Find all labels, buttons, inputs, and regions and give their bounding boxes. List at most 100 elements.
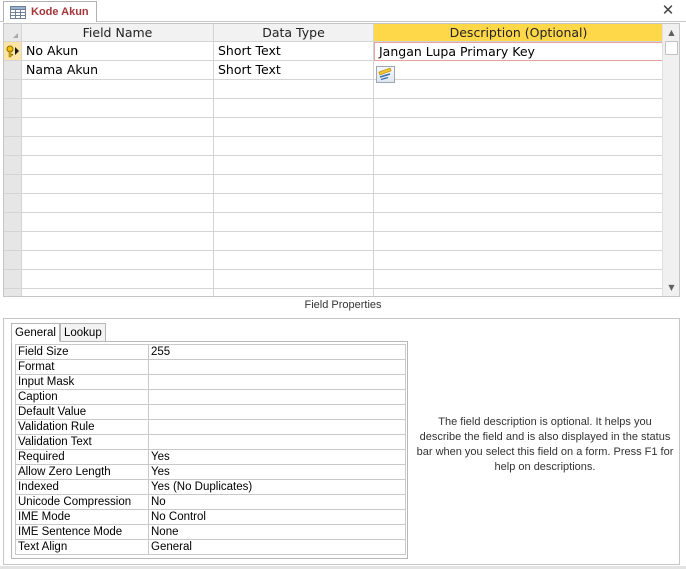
description-builder-button[interactable]	[376, 66, 395, 83]
property-name: IME Mode	[15, 509, 149, 525]
empty-cell[interactable]	[22, 289, 214, 296]
empty-cell[interactable]	[214, 99, 374, 118]
property-value[interactable]: No	[148, 494, 406, 510]
empty-cell[interactable]	[374, 137, 664, 156]
data-type-cell[interactable]: Short Text	[214, 42, 374, 61]
empty-cell[interactable]	[22, 156, 214, 175]
empty-cell[interactable]	[374, 175, 664, 194]
empty-cell[interactable]	[214, 232, 374, 251]
field-name-cell[interactable]: No Akun	[22, 42, 214, 61]
property-value[interactable]	[148, 374, 406, 390]
empty-cell[interactable]	[22, 175, 214, 194]
empty-cell[interactable]	[374, 80, 664, 99]
empty-cell[interactable]	[374, 118, 664, 137]
scroll-down-arrow-icon[interactable]: ▼	[663, 279, 679, 296]
property-row: Required Yes	[15, 449, 406, 465]
property-row: Validation Text	[15, 434, 406, 450]
empty-cell[interactable]	[22, 270, 214, 289]
property-value[interactable]	[148, 404, 406, 420]
data-type-cell[interactable]: Short Text	[214, 61, 374, 80]
row-selector[interactable]	[4, 194, 22, 213]
property-name: Required	[15, 449, 149, 465]
builder-wand-icon	[378, 67, 392, 81]
property-name: Format	[15, 359, 149, 375]
empty-cell[interactable]	[374, 251, 664, 270]
property-row: IME Mode No Control	[15, 509, 406, 525]
row-selector[interactable]	[4, 270, 22, 289]
empty-cell[interactable]	[22, 99, 214, 118]
row-selector[interactable]	[4, 80, 22, 99]
row-selector[interactable]	[4, 251, 22, 270]
empty-cell[interactable]	[214, 194, 374, 213]
property-value[interactable]	[148, 434, 406, 450]
property-name: Unicode Compression	[15, 494, 149, 510]
property-row: Format	[15, 359, 406, 375]
property-name: Caption	[15, 389, 149, 405]
document-tab-kode-akun[interactable]: Kode Akun	[3, 1, 97, 22]
row-selector-2[interactable]	[4, 61, 22, 80]
empty-cell[interactable]	[374, 213, 664, 232]
scroll-up-arrow-icon[interactable]: ▲	[663, 24, 679, 41]
table-icon	[10, 5, 26, 19]
row-selector[interactable]	[4, 156, 22, 175]
row-selector[interactable]	[4, 175, 22, 194]
empty-cell[interactable]	[214, 175, 374, 194]
properties-table: Field Size 255 Format Input Mask Caption …	[15, 344, 406, 555]
row-selector[interactable]	[4, 137, 22, 156]
property-value[interactable]: General	[148, 539, 406, 555]
empty-cell[interactable]	[374, 270, 664, 289]
empty-cell[interactable]	[22, 80, 214, 99]
empty-cell[interactable]	[214, 118, 374, 137]
scroll-thumb[interactable]	[665, 41, 678, 55]
property-value[interactable]: None	[148, 524, 406, 540]
property-value[interactable]: No Control	[148, 509, 406, 525]
empty-cell[interactable]	[374, 232, 664, 251]
row-selector[interactable]	[4, 99, 22, 118]
grid-vertical-scrollbar[interactable]: ▲ ▼	[662, 24, 679, 296]
row-selector[interactable]	[4, 289, 22, 296]
empty-cell[interactable]	[214, 80, 374, 99]
field-name-cell[interactable]: Nama Akun	[22, 61, 214, 80]
empty-cell[interactable]	[214, 251, 374, 270]
empty-cell[interactable]	[214, 213, 374, 232]
empty-cell[interactable]	[22, 118, 214, 137]
property-value[interactable]	[148, 389, 406, 405]
description-cell[interactable]: Jangan Lupa Primary Key	[374, 42, 664, 61]
property-value[interactable]: Yes	[148, 449, 406, 465]
close-icon[interactable]: ✕	[660, 2, 676, 18]
empty-cell[interactable]	[214, 156, 374, 175]
description-cell[interactable]	[374, 61, 664, 80]
row-selector-1[interactable]	[4, 42, 22, 61]
empty-cell[interactable]	[22, 194, 214, 213]
property-name: Text Align	[15, 539, 149, 555]
column-header-data-type[interactable]: Data Type	[214, 24, 374, 42]
empty-cell[interactable]	[374, 156, 664, 175]
empty-cell[interactable]	[374, 194, 664, 213]
property-value[interactable]: Yes	[148, 464, 406, 480]
property-name: Indexed	[15, 479, 149, 495]
select-all-corner[interactable]	[4, 24, 22, 42]
empty-cell[interactable]	[374, 99, 664, 118]
row-selector[interactable]	[4, 213, 22, 232]
property-value[interactable]	[148, 359, 406, 375]
table-design-grid: Field Name Data Type Description (Option…	[3, 23, 680, 297]
empty-cell[interactable]	[22, 232, 214, 251]
empty-cell[interactable]	[214, 137, 374, 156]
row-selector[interactable]	[4, 118, 22, 137]
property-value[interactable]: Yes (No Duplicates)	[148, 479, 406, 495]
field-properties-panel: General Lookup Field Size 255 Format Inpu…	[3, 318, 680, 565]
empty-cell[interactable]	[214, 270, 374, 289]
tab-general[interactable]: General	[11, 323, 60, 342]
property-value[interactable]: 255	[148, 344, 406, 360]
empty-cell[interactable]	[22, 137, 214, 156]
tab-lookup[interactable]: Lookup	[60, 323, 106, 342]
empty-cell[interactable]	[22, 213, 214, 232]
empty-cell[interactable]	[214, 289, 374, 296]
empty-cell[interactable]	[22, 251, 214, 270]
property-value[interactable]	[148, 419, 406, 435]
empty-cell[interactable]	[374, 289, 664, 296]
property-row: Input Mask	[15, 374, 406, 390]
column-header-field-name[interactable]: Field Name	[22, 24, 214, 42]
row-selector[interactable]	[4, 232, 22, 251]
column-header-description[interactable]: Description (Optional)	[374, 24, 664, 42]
